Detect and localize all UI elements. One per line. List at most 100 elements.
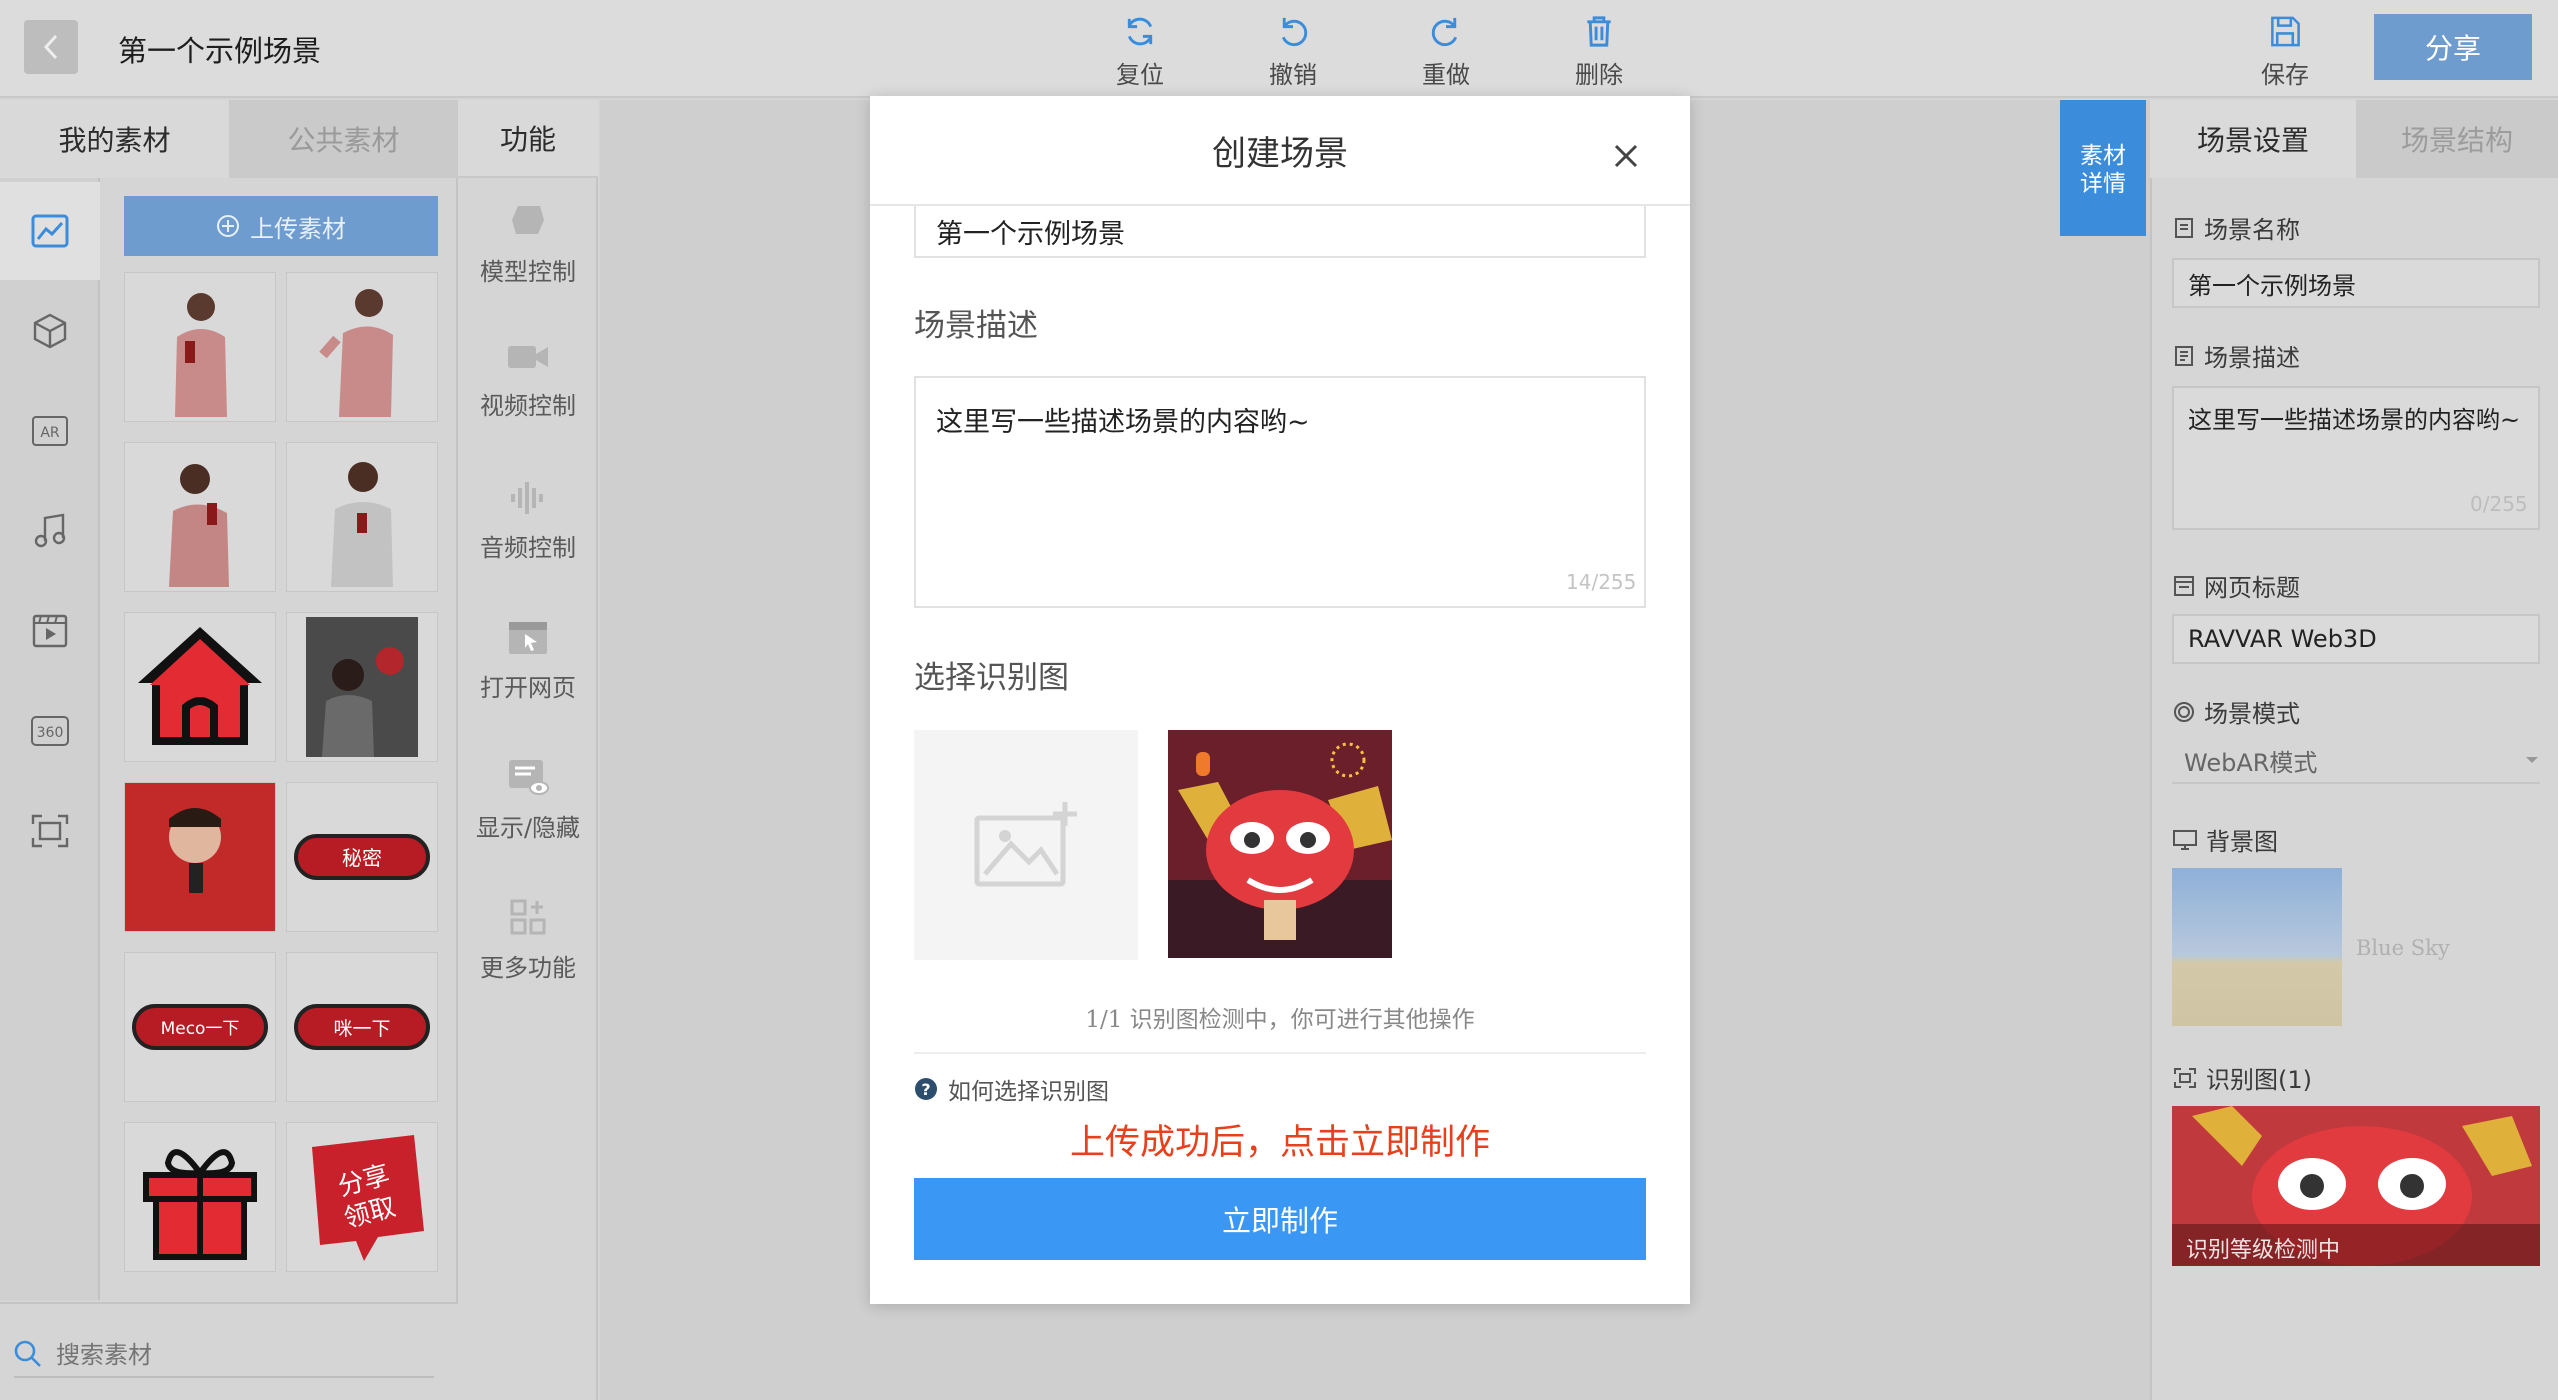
video-icon xyxy=(32,614,68,648)
scene-mode-value: WebAR模式 xyxy=(2184,748,2318,777)
save-icon xyxy=(2271,16,2300,47)
delete-button[interactable]: 删除 xyxy=(1544,14,1654,90)
plus-circle-icon xyxy=(217,215,239,237)
material-detail-tab[interactable]: 素材 详情 xyxy=(2060,100,2146,236)
visibility-icon xyxy=(509,760,549,795)
poster-image xyxy=(306,617,418,757)
rail-model[interactable] xyxy=(0,282,100,380)
page-title-field[interactable]: RAVVAR Web3D xyxy=(2172,614,2540,664)
make-now-button[interactable]: 立即制作 xyxy=(914,1178,1646,1260)
svg-text:?: ? xyxy=(921,1080,930,1099)
asset-item[interactable] xyxy=(124,612,276,762)
redo-button[interactable]: 重做 xyxy=(1391,14,1501,90)
func-video-control[interactable]: 视频控制 xyxy=(458,340,598,460)
drink-button-text: 咪一下 xyxy=(333,1018,390,1040)
scan-icon xyxy=(31,814,69,848)
func-label: 更多功能 xyxy=(480,954,576,982)
func-open-webpage[interactable]: 打开网页 xyxy=(458,620,598,740)
background-label: 背景图 xyxy=(2206,828,2278,856)
asset-item[interactable]: 秘密 xyxy=(286,782,438,932)
cube-icon xyxy=(33,313,67,349)
modal-desc-count: 14/255 xyxy=(1566,570,1637,594)
close-icon[interactable] xyxy=(1606,136,1646,176)
func-audio-control[interactable]: 音频控制 xyxy=(458,480,598,600)
reset-button[interactable]: 复位 xyxy=(1085,14,1195,90)
how-to-choose-label: 如何选择识别图 xyxy=(948,1079,1109,1105)
rail-panorama[interactable]: 360 xyxy=(0,682,100,780)
rail-ar[interactable]: AR xyxy=(0,382,100,480)
browser-cursor-icon xyxy=(509,622,547,654)
secret-button-text: 秘密 xyxy=(342,846,382,870)
add-marker-image-button[interactable] xyxy=(914,730,1138,960)
undo-button[interactable]: 撤销 xyxy=(1238,14,1348,90)
scene-mode-select[interactable]: WebAR模式 xyxy=(2172,738,2540,784)
asset-item[interactable] xyxy=(124,1122,276,1272)
marker-status: 识别等级检测中 xyxy=(2186,1238,2341,1263)
save-button[interactable]: 保存 xyxy=(2230,14,2340,90)
scene-desc-label-row: 场景描述 xyxy=(2172,338,2300,373)
chevron-left-icon xyxy=(43,34,58,60)
scene-title: 第一个示例场景 xyxy=(118,34,322,68)
modal-scene-name-input[interactable]: 第一个示例场景 xyxy=(914,206,1646,258)
meco-button-image: Meco一下 xyxy=(132,1004,268,1050)
func-label: 模型控制 xyxy=(480,258,576,286)
drink-button-image: 咪一下 xyxy=(294,1004,430,1050)
background-thumbnail[interactable] xyxy=(2172,868,2342,1026)
rail-image[interactable] xyxy=(0,182,100,280)
func-model-control[interactable]: 模型控制 xyxy=(458,200,598,320)
audio-wave-icon xyxy=(511,482,543,514)
asset-item[interactable] xyxy=(124,782,276,932)
dropdown-caret-icon xyxy=(2526,757,2538,763)
back-button[interactable] xyxy=(24,20,78,74)
refresh-icon xyxy=(1127,17,1153,46)
page-title-label-row: 网页标题 xyxy=(2172,568,2300,603)
modal-desc-textarea[interactable]: 这里写一些描述场景的内容哟~ xyxy=(914,376,1646,608)
func-show-hide[interactable]: 显示/隐藏 xyxy=(458,758,598,878)
scene-mode-label-row: 场景模式 xyxy=(2172,694,2300,729)
material-detail-line2: 详情 xyxy=(2080,171,2126,197)
image-icon xyxy=(31,214,69,248)
tab-scene-structure[interactable]: 场景结构 xyxy=(2356,100,2558,178)
asset-item[interactable] xyxy=(124,272,276,422)
help-circle-icon: ? xyxy=(915,1078,937,1100)
rail-audio[interactable] xyxy=(0,482,100,580)
scene-desc-count: 0/255 xyxy=(2470,492,2528,516)
background-name: Blue Sky xyxy=(2356,936,2450,960)
func-label: 音频控制 xyxy=(480,534,576,562)
asset-item[interactable]: 分享 领取 xyxy=(286,1122,438,1272)
asset-item[interactable]: Meco一下 xyxy=(124,952,276,1102)
house-icon xyxy=(138,627,262,745)
scene-desc-text: 这里写一些描述场景的内容哟~ xyxy=(2188,406,2521,434)
secret-button-image: 秘密 xyxy=(294,834,430,880)
asset-item[interactable] xyxy=(124,442,276,592)
scene-desc-label: 场景描述 xyxy=(2204,344,2300,372)
upload-label: 上传素材 xyxy=(250,214,346,243)
material-detail-line1: 素材 xyxy=(2080,143,2126,169)
asset-search-input[interactable] xyxy=(14,1334,434,1378)
tab-my-assets[interactable]: 我的素材 xyxy=(0,100,229,178)
asset-item[interactable] xyxy=(286,442,438,592)
scene-mode-label: 场景模式 xyxy=(2204,700,2300,728)
tab-public-assets[interactable]: 公共素材 xyxy=(229,100,458,178)
ar-icon: AR xyxy=(32,416,68,446)
func-label: 打开网页 xyxy=(480,674,576,702)
page-icon xyxy=(2174,575,2194,596)
rail-video[interactable] xyxy=(0,582,100,680)
meco-button-text: Meco一下 xyxy=(161,1019,240,1039)
man-photo-image xyxy=(319,289,393,417)
rail-scan[interactable] xyxy=(0,782,100,880)
scene-name-field[interactable]: 第一个示例场景 xyxy=(2172,258,2540,308)
func-more[interactable]: 更多功能 xyxy=(458,898,598,1018)
share-button[interactable]: 分享 xyxy=(2374,14,2532,80)
marker-image-thumbnail[interactable] xyxy=(1168,730,1392,958)
undo-label: 撤销 xyxy=(1269,61,1317,89)
upload-asset-button[interactable]: 上传素材 xyxy=(124,196,438,256)
asset-item[interactable] xyxy=(286,612,438,762)
tab-scene-settings[interactable]: 场景设置 xyxy=(2150,100,2356,178)
how-to-choose-link[interactable]: ? 如何选择识别图 xyxy=(914,1072,1109,1106)
asset-item[interactable] xyxy=(286,272,438,422)
asset-item[interactable]: 咪一下 xyxy=(286,952,438,1102)
modal-title: 创建场景 xyxy=(1212,134,1348,174)
gift-icon xyxy=(143,1149,257,1260)
video-camera-icon xyxy=(508,346,548,368)
